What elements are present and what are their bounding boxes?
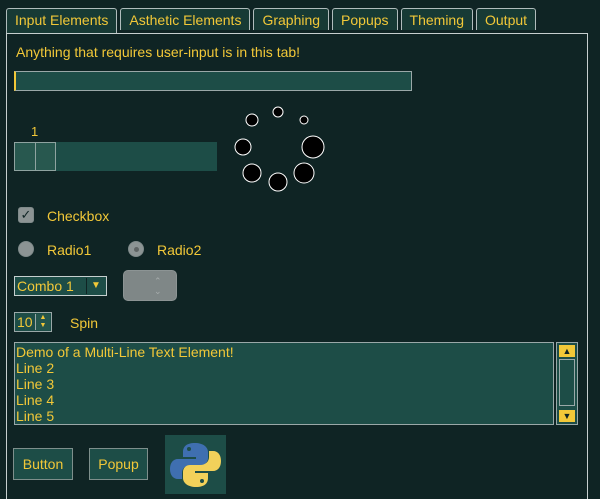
tab-panel <box>6 33 588 499</box>
tab-theming[interactable]: Theming <box>400 8 473 30</box>
radio1-button[interactable] <box>18 241 34 257</box>
combo-box[interactable]: Combo 1 ▼ <box>14 276 107 296</box>
button-button[interactable]: Button <box>13 448 73 480</box>
tab-input-elements[interactable]: Input Elements <box>6 8 118 34</box>
python-logo-icon <box>170 443 221 487</box>
multiline-line: Line 4 <box>16 392 55 408</box>
checkbox[interactable]: ✓ <box>18 207 34 223</box>
spin-input[interactable]: 10 ▲ ▼ <box>14 312 52 332</box>
radio2-button[interactable] <box>128 241 144 257</box>
slider-handle[interactable] <box>14 142 56 171</box>
tab-asthetic-elements[interactable]: Asthetic Elements <box>120 8 251 30</box>
loading-spinner-icon <box>234 106 325 192</box>
radio2-label: Radio2 <box>157 242 202 258</box>
tab-bar: Input Elements Asthetic Elements Graphin… <box>6 8 539 34</box>
chevron-down-icon[interactable]: ▼ <box>86 278 105 294</box>
multiline-text[interactable]: Demo of a Multi-Line Text Element! Line … <box>14 342 554 425</box>
spin-label: Spin <box>70 315 99 331</box>
multiline-scrollbar[interactable]: ▲ ▼ <box>556 342 578 425</box>
multiline-line: Line 5 <box>16 408 55 424</box>
up-down-arrows-icon: ⌃ ⌄ <box>154 276 162 296</box>
popup-button[interactable]: Popup <box>89 448 148 480</box>
spin-value: 10 <box>17 314 33 330</box>
checkbox-label: Checkbox <box>47 208 110 224</box>
python-logo-button[interactable] <box>165 435 226 494</box>
radio1-label: Radio1 <box>47 242 92 258</box>
tab-graphing[interactable]: Graphing <box>253 8 330 30</box>
multiline-content: Demo of a Multi-Line Text Element! Line … <box>16 344 234 424</box>
scroll-thumb[interactable] <box>559 359 575 406</box>
scroll-up-icon[interactable]: ▲ <box>559 345 575 357</box>
tab-output[interactable]: Output <box>476 8 537 30</box>
combo-value: Combo 1 <box>17 278 74 294</box>
disabled-combo-box[interactable]: ⌃ ⌄ <box>123 270 177 301</box>
multiline-line: Line 2 <box>16 360 55 376</box>
scroll-down-icon[interactable]: ▼ <box>559 410 575 422</box>
multiline-line: Line 3 <box>16 376 55 392</box>
multiline-line: Demo of a Multi-Line Text Element! <box>16 344 234 360</box>
tab-caption: Anything that requires user-input is in … <box>16 44 301 60</box>
tab-popups[interactable]: Popups <box>332 8 398 30</box>
spin-arrows-icon[interactable]: ▲ ▼ <box>35 314 50 330</box>
slider-value: 1 <box>31 124 39 139</box>
text-input[interactable] <box>14 71 412 91</box>
